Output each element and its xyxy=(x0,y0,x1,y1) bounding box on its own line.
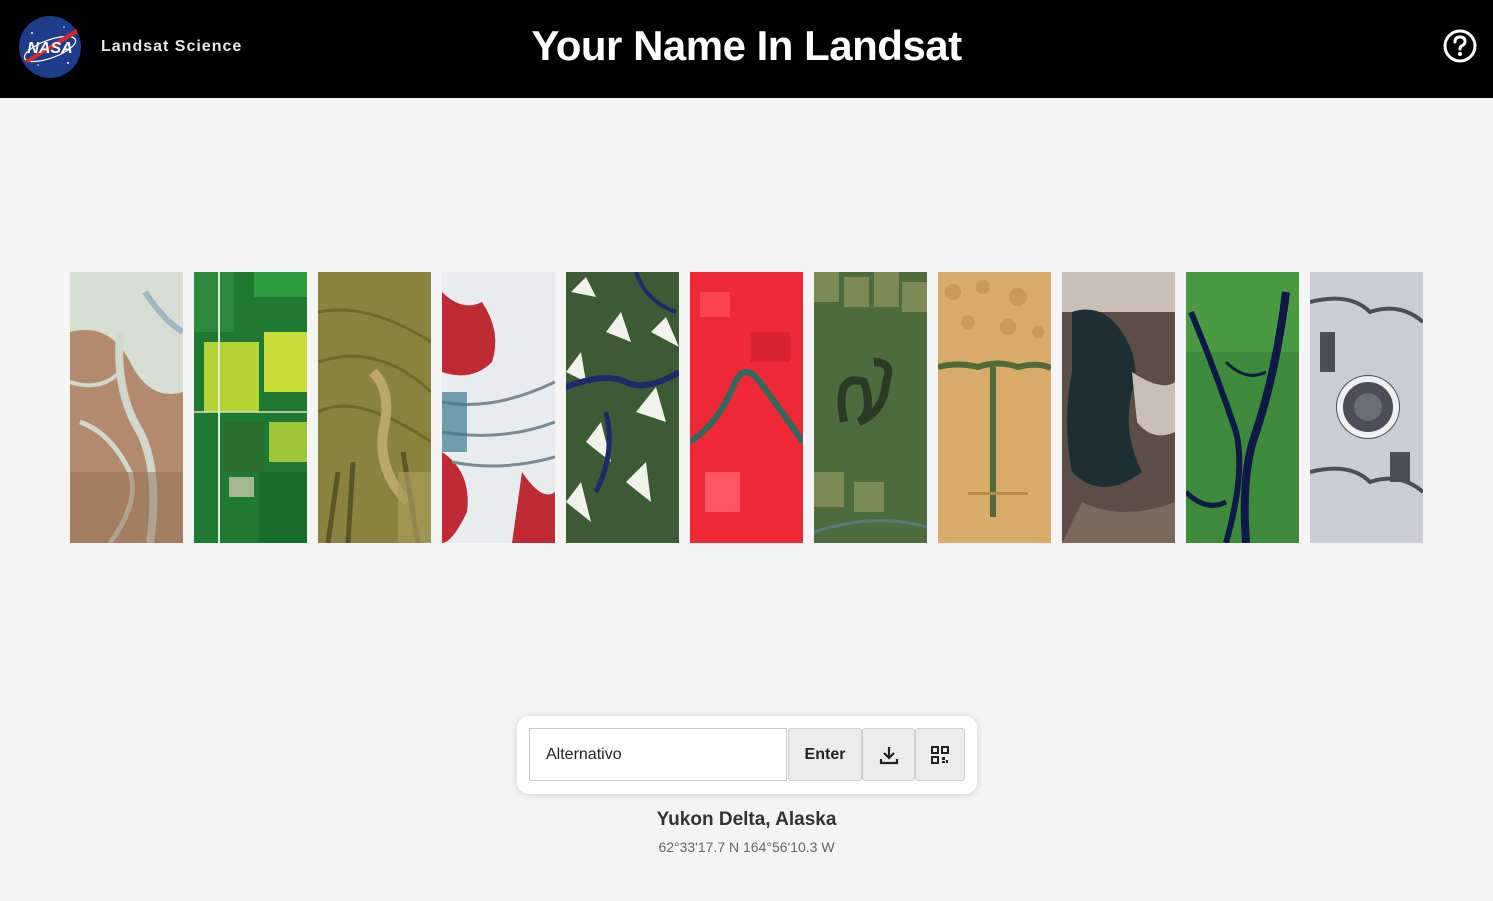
page-title: Your Name In Landsat xyxy=(531,22,962,69)
letter-image-tile[interactable] xyxy=(1186,272,1299,543)
letter-image-tile[interactable] xyxy=(814,272,927,543)
letter-images-row xyxy=(70,272,1424,543)
qr-code-button[interactable] xyxy=(915,728,965,781)
letter-image-tile[interactable] xyxy=(1310,272,1423,543)
name-input-panel: Enter xyxy=(517,716,977,794)
qr-code-icon xyxy=(931,745,949,764)
help-circle-icon xyxy=(1443,29,1477,63)
location-name: Yukon Delta, Alaska xyxy=(656,809,837,830)
letter-image-tile[interactable] xyxy=(690,272,803,543)
letter-image-tile[interactable] xyxy=(194,272,307,543)
letter-image-tile[interactable] xyxy=(1062,272,1175,543)
location-coordinates: 62°33'17.7 N 164°56'10.3 W xyxy=(658,839,835,855)
letter-image-tile[interactable] xyxy=(938,272,1051,543)
letter-image-tile[interactable] xyxy=(70,272,183,543)
name-input[interactable] xyxy=(529,728,787,781)
header-bar: NASA Landsat Science Your Name In Landsa… xyxy=(0,0,1493,98)
enter-button[interactable]: Enter xyxy=(788,728,862,781)
letter-image-tile[interactable] xyxy=(566,272,679,543)
letter-image-tile[interactable] xyxy=(442,272,555,543)
help-button[interactable] xyxy=(1442,28,1478,64)
download-icon xyxy=(879,746,898,764)
letter-image-tile[interactable] xyxy=(318,272,431,543)
download-button[interactable] xyxy=(862,728,915,781)
